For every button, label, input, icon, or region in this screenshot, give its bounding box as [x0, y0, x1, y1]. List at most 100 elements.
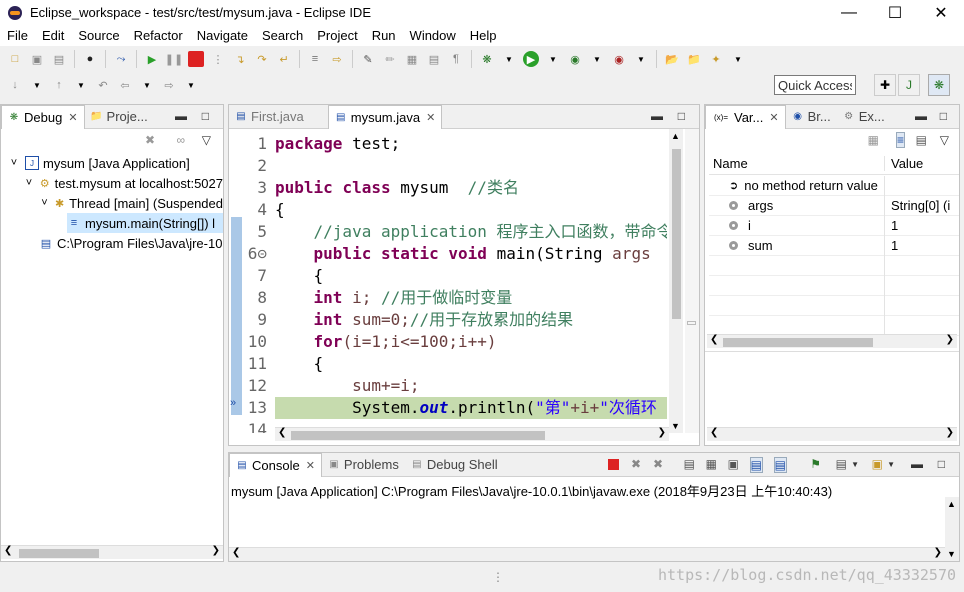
use-step-filters-icon[interactable]: ≡: [307, 51, 323, 67]
scroll-thumb[interactable]: [672, 149, 681, 319]
dropdown-arrow-icon[interactable]: ▼: [29, 77, 45, 93]
resume-icon[interactable]: ▶: [144, 51, 160, 67]
close-tab-icon[interactable]: ✕: [68, 111, 77, 124]
dropdown-arrow-icon[interactable]: ▼: [501, 51, 517, 67]
console-vscrollbar[interactable]: ▲ ▼: [945, 497, 959, 561]
scroll-right-icon[interactable]: ❯: [946, 334, 954, 345]
remove-terminated-icon[interactable]: ✖: [145, 133, 155, 147]
scroll-down-icon[interactable]: ▼: [671, 421, 680, 431]
clear-console-icon[interactable]: ▤: [684, 457, 695, 471]
close-tab-icon[interactable]: ✕: [769, 111, 778, 124]
scroll-thumb[interactable]: [19, 549, 99, 558]
step-return-icon[interactable]: ↵: [276, 51, 292, 67]
dropdown-arrow-icon[interactable]: ▼: [139, 77, 155, 93]
menu-project[interactable]: Project: [310, 28, 364, 43]
variable-row[interactable]: ➲ no method return value: [709, 175, 959, 196]
scroll-up-icon[interactable]: ▲: [947, 499, 956, 509]
tab-console[interactable]: ▤ Console ✕: [229, 452, 322, 477]
back-icon[interactable]: ⇦: [117, 77, 133, 93]
maximize-view-icon[interactable]: □: [678, 109, 685, 123]
tree-item-debug-target[interactable]: ˅ ⚙ test.mysum at localhost:5027: [23, 173, 223, 193]
menu-navigate[interactable]: Navigate: [190, 28, 255, 43]
tree-item-process[interactable]: ▤ C:\Program Files\Java\jre-10: [39, 233, 223, 253]
scroll-right-icon[interactable]: ❯: [658, 427, 666, 438]
tab-project-explorer[interactable]: 📁 Proje...: [85, 105, 154, 129]
tab-mysum-java[interactable]: ▤ mysum.java ✕: [327, 104, 443, 129]
tab-breakpoints[interactable]: ◉ Br...: [786, 105, 837, 129]
drop-to-frame-icon[interactable]: ⇨: [329, 51, 345, 67]
terminate-icon[interactable]: [608, 459, 619, 470]
maximize-view-icon[interactable]: □: [202, 109, 209, 123]
pin-console-icon[interactable]: ⚑: [810, 457, 821, 471]
mark-occurrences-icon[interactable]: ✏: [382, 51, 398, 67]
show-on-stderr-icon[interactable]: ▤: [773, 457, 787, 473]
word-wrap-icon[interactable]: ▣: [728, 457, 739, 471]
minimize-button[interactable]: —: [826, 0, 872, 25]
collapse-arrow-icon[interactable]: ˅: [39, 196, 50, 210]
tree-item-thread[interactable]: ˅ ✱ Thread [main] (Suspended: [39, 193, 223, 213]
scroll-left-icon[interactable]: ❮: [710, 334, 718, 345]
column-value[interactable]: Value: [885, 156, 923, 171]
console-hscrollbar[interactable]: ❮ ❯: [229, 547, 945, 561]
debug-config-icon[interactable]: ●: [82, 51, 98, 67]
coverage-icon[interactable]: ◉: [567, 51, 583, 67]
menu-edit[interactable]: Edit: [35, 28, 71, 43]
variable-row[interactable]: args String[0] (i: [709, 195, 959, 216]
menu-search[interactable]: Search: [255, 28, 310, 43]
open-console-icon[interactable]: ▣: [872, 457, 883, 471]
scroll-left-icon[interactable]: ❮: [232, 547, 240, 558]
debug-icon[interactable]: ❋: [479, 51, 495, 67]
maximize-button[interactable]: ☐: [872, 0, 918, 25]
close-tab-icon[interactable]: ✕: [306, 459, 315, 472]
scroll-lock-icon[interactable]: ▦: [706, 457, 717, 471]
run-icon[interactable]: ▶: [523, 51, 539, 67]
menu-file[interactable]: File: [0, 28, 35, 43]
java-perspective-icon[interactable]: J: [898, 74, 920, 96]
scroll-left-icon[interactable]: ❮: [278, 427, 286, 438]
menu-refactor[interactable]: Refactor: [127, 28, 190, 43]
new-icon[interactable]: □: [7, 51, 23, 67]
dropdown-arrow-icon[interactable]: ▼: [730, 51, 746, 67]
disconnect-icon[interactable]: ⋮: [210, 51, 226, 67]
editor-vscrollbar[interactable]: ▲ ▼: [669, 129, 683, 433]
terminate-icon[interactable]: [188, 51, 204, 67]
menu-help[interactable]: Help: [463, 28, 504, 43]
code-area[interactable]: package test; public class mysum //类名 { …: [275, 129, 667, 433]
detail-hscrollbar[interactable]: ❮ ❯: [707, 427, 957, 441]
dropdown-arrow-icon[interactable]: ▼: [183, 77, 199, 93]
minimize-view-icon[interactable]: ▬: [175, 109, 187, 123]
menu-window[interactable]: Window: [403, 28, 463, 43]
scroll-right-icon[interactable]: ❯: [934, 547, 942, 558]
minimize-view-icon[interactable]: ▬: [651, 109, 663, 123]
search-icon[interactable]: ✦: [708, 51, 724, 67]
dropdown-arrow-icon[interactable]: ▼: [887, 460, 895, 469]
tree-item-stack-frame[interactable]: ≡ mysum.main(String[]) l: [67, 213, 223, 233]
variable-row[interactable]: i 1: [709, 215, 959, 236]
show-on-stdout-icon[interactable]: ▤: [749, 457, 763, 473]
show-whitespace-icon[interactable]: ¶: [448, 51, 464, 67]
variables-hscrollbar[interactable]: ❮ ❯: [707, 334, 957, 348]
tab-first-java[interactable]: ▤ First.java: [229, 105, 310, 129]
view-menu-icon[interactable]: ▽: [940, 133, 949, 147]
open-perspective-icon[interactable]: ✚: [874, 74, 896, 96]
quick-access-field[interactable]: [774, 75, 856, 95]
detail-pane-divider[interactable]: [705, 351, 959, 352]
collapse-all-icon[interactable]: ▦: [868, 133, 879, 147]
scroll-down-icon[interactable]: ▼: [947, 549, 956, 559]
editor-hscrollbar[interactable]: ❮ ❯: [275, 427, 669, 441]
tab-expressions[interactable]: ⚙ Ex...: [837, 105, 891, 129]
link-icon[interactable]: ∞: [176, 133, 185, 147]
dropdown-arrow-icon[interactable]: ▼: [545, 51, 561, 67]
open-task-icon[interactable]: 📁: [686, 51, 702, 67]
step-into-icon[interactable]: ↴: [232, 51, 248, 67]
open-type-icon[interactable]: 📂: [664, 51, 680, 67]
minimize-view-icon[interactable]: ▬: [915, 109, 927, 123]
dropdown-arrow-icon[interactable]: ▼: [589, 51, 605, 67]
remove-all-terminated-icon[interactable]: ✖: [653, 457, 663, 471]
last-edit-location-icon[interactable]: ↶: [95, 77, 111, 93]
dropdown-arrow-icon[interactable]: ▼: [851, 460, 859, 469]
save-icon[interactable]: ▣: [29, 51, 45, 67]
next-annotation-icon[interactable]: ↓: [7, 77, 23, 93]
maximize-view-icon[interactable]: □: [938, 457, 945, 471]
toggle-comment-icon[interactable]: ✎: [360, 51, 376, 67]
